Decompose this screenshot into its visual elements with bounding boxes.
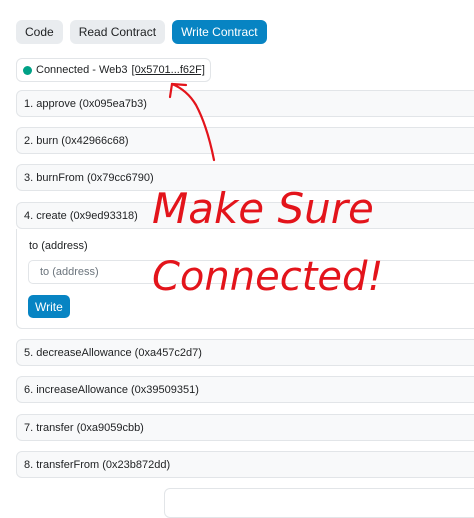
connection-status-text: Connected - Web3 [36, 64, 128, 76]
wallet-address-link[interactable]: [0x5701...f62F] [132, 64, 205, 76]
function-row-transfer[interactable]: 7. transfer (0xa9059cbb) [16, 414, 474, 441]
function-row-burnfrom[interactable]: 3. burnFrom (0x79cc6790) [16, 164, 474, 191]
function-row-decreaseallowance[interactable]: 5. decreaseAllowance (0xa457c2d7) [16, 339, 474, 366]
param-label-to-address: to (address) [29, 240, 88, 252]
function-row-create[interactable]: 4. create (0x9ed93318) [16, 202, 474, 229]
create-function-panel: to (address) to (address) Write [16, 229, 474, 329]
function-row-increaseallowance[interactable]: 6. increaseAllowance (0x39509351) [16, 376, 474, 403]
bottom-panel [164, 488, 474, 518]
tab-read-contract[interactable]: Read Contract [69, 20, 166, 44]
function-row-approve[interactable]: 1. approve (0x095ea7b3) [16, 90, 474, 117]
function-row-burn[interactable]: 2. burn (0x42966c68) [16, 127, 474, 154]
connected-dot-icon [23, 65, 32, 75]
function-row-transferfrom[interactable]: 8. transferFrom (0x23b872dd) [16, 451, 474, 478]
to-address-input[interactable]: to (address) [28, 260, 474, 284]
tab-write-contract[interactable]: Write Contract [172, 20, 267, 44]
write-button[interactable]: Write [28, 295, 70, 318]
connection-status[interactable]: Connected - Web3 [0x5701...f62F] [16, 58, 211, 82]
tab-code[interactable]: Code [16, 20, 63, 44]
contract-tabs: Code Read Contract Write Contract [16, 20, 267, 44]
